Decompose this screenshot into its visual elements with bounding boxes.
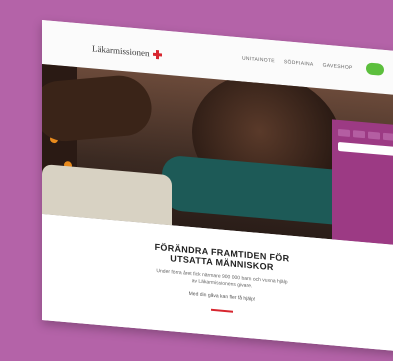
amount-chip[interactable] [353, 130, 365, 139]
nav-item-1[interactable]: UNITAINOTE [242, 55, 275, 64]
donate-button[interactable] [338, 141, 393, 156]
site-logo-text: Läkarmissionen [92, 43, 150, 59]
nav-item-3[interactable]: GAVESHOP [323, 63, 353, 72]
caregiver-hand [42, 73, 157, 144]
donate-shortcut-button[interactable] [366, 62, 384, 76]
main-nav: UNITAINOTE SÖDFIAINA GAVESHOP [242, 55, 353, 71]
amount-chip[interactable] [368, 131, 380, 140]
cross-logo-icon [153, 49, 162, 59]
amount-chip[interactable] [383, 132, 393, 141]
accent-divider [211, 308, 233, 313]
amount-chip[interactable] [338, 128, 350, 137]
browser-screenshot: Läkarmissionen UNITAINOTE SÖDFIAINA GAVE… [42, 20, 393, 352]
donate-panel [332, 119, 393, 246]
site-logo[interactable]: Läkarmissionen [92, 43, 162, 59]
nav-item-2[interactable]: SÖDFIAINA [284, 59, 314, 68]
amount-options [338, 128, 393, 141]
